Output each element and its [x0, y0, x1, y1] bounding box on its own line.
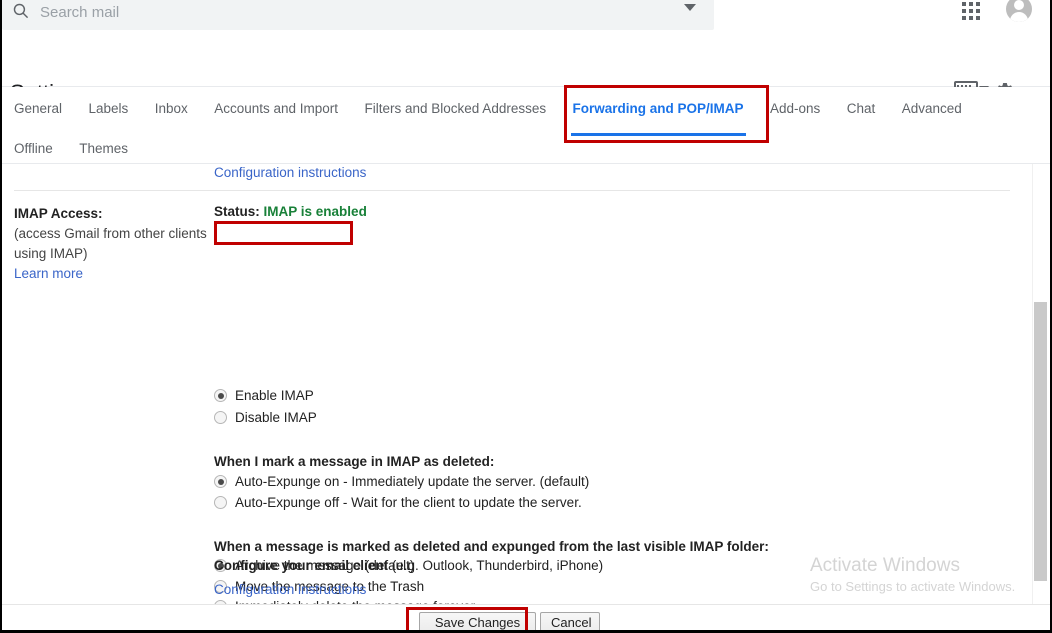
tab-label: Chat — [846, 101, 876, 116]
settings-tab-row-2: Offline Themes — [14, 138, 150, 162]
tab-label: Forwarding and POP/IMAP — [572, 101, 744, 116]
search-input[interactable] — [40, 2, 640, 22]
settings-header: Settings — [2, 30, 1050, 105]
search-mail-box[interactable] — [2, 0, 714, 30]
tab-offline[interactable]: Offline — [14, 138, 53, 162]
configure-email-client-rest: (e.g. Outlook, Thunderbird, iPhone) — [388, 558, 604, 573]
delete-behavior-title: When I mark a message in IMAP as deleted… — [214, 454, 495, 469]
tab-labels[interactable]: Labels — [88, 98, 128, 122]
expunge-behavior-title: When a message is marked as deleted and … — [214, 539, 769, 554]
tab-accounts-and-import[interactable]: Accounts and Import — [214, 98, 338, 122]
configure-email-client-text: Configure your email client (e.g. Outloo… — [214, 558, 603, 573]
imap-access-note-line1: (access Gmail from other clients — [14, 226, 207, 241]
imap-access-label-column: IMAP Access: (access Gmail from other cl… — [14, 204, 209, 284]
tab-label: General — [14, 101, 63, 116]
tab-label: Advanced — [901, 101, 962, 116]
radio-label: Auto-Expunge off - Wait for the client t… — [235, 495, 582, 510]
settings-tab-row-1: General Labels Inbox Accounts and Import… — [14, 98, 984, 142]
radio-button-icon[interactable] — [214, 475, 227, 488]
apps-grid-icon[interactable] — [960, 0, 982, 22]
tab-label: Offline — [14, 141, 53, 156]
gmail-settings-window: Settings General Labels Inbox Accounts a… — [0, 0, 1052, 633]
tab-label: Inbox — [154, 101, 188, 116]
tab-label: Labels — [88, 101, 129, 116]
tab-inbox[interactable]: Inbox — [155, 98, 188, 122]
radio-label: Auto-Expunge on - Immediately update the… — [235, 474, 590, 489]
tab-label: Add-ons — [770, 101, 821, 116]
imap-status-label: Status: — [214, 204, 260, 219]
radio-button-icon[interactable] — [214, 389, 227, 402]
imap-status: Status: IMAP is enabled — [214, 204, 367, 219]
radio-button-icon[interactable] — [214, 411, 227, 424]
tab-label: Filters and Blocked Addresses — [364, 101, 547, 116]
imap-access-title: IMAP Access: — [14, 206, 103, 221]
radio-disable-imap[interactable]: Disable IMAP — [214, 410, 317, 425]
radio-auto-expunge-off[interactable]: Auto-Expunge off - Wait for the client t… — [214, 495, 582, 510]
imap-access-note-line2: using IMAP) — [14, 246, 88, 261]
tab-filters-and-blocked-addresses[interactable]: Filters and Blocked Addresses — [365, 98, 547, 122]
tab-forwarding-and-pop-imap[interactable]: Forwarding and POP/IMAP — [570, 98, 746, 142]
cancel-button[interactable]: Cancel — [540, 612, 600, 630]
search-icon — [13, 3, 29, 19]
section-divider — [14, 190, 1010, 191]
configuration-instructions-link-bottom[interactable]: Configuration instructions — [214, 582, 366, 597]
tab-label: Accounts and Import — [214, 101, 339, 116]
radio-label: Disable IMAP — [235, 410, 317, 425]
tab-general[interactable]: General — [14, 98, 62, 122]
save-changes-button[interactable]: Save Changes — [419, 612, 536, 630]
tab-themes[interactable]: Themes — [79, 138, 128, 162]
search-options-chevron-down-icon[interactable] — [684, 4, 696, 11]
account-avatar-icon[interactable] — [1006, 0, 1032, 22]
configuration-instructions-link-top[interactable]: Configuration instructions — [214, 165, 366, 180]
vertical-scrollbar-thumb[interactable] — [1034, 302, 1047, 581]
radio-label: Enable IMAP — [235, 388, 314, 403]
imap-status-value: IMAP is enabled — [263, 204, 367, 219]
tab-add-ons[interactable]: Add-ons — [770, 98, 820, 122]
tab-advanced[interactable]: Advanced — [902, 98, 962, 122]
radio-auto-expunge-on[interactable]: Auto-Expunge on - Immediately update the… — [214, 474, 589, 489]
tab-chat[interactable]: Chat — [847, 98, 876, 122]
top-bar — [2, 0, 1050, 30]
radio-enable-imap[interactable]: Enable IMAP — [214, 388, 314, 403]
settings-tabs: General Labels Inbox Accounts and Import… — [2, 87, 1050, 164]
radio-button-icon[interactable] — [214, 496, 227, 509]
configure-email-client-bold: Configure your email client — [214, 558, 389, 573]
settings-content-panel: Configuration instructions IMAP Access: … — [2, 164, 1050, 614]
learn-more-link[interactable]: Learn more — [14, 266, 83, 281]
tab-label: Themes — [79, 141, 129, 156]
